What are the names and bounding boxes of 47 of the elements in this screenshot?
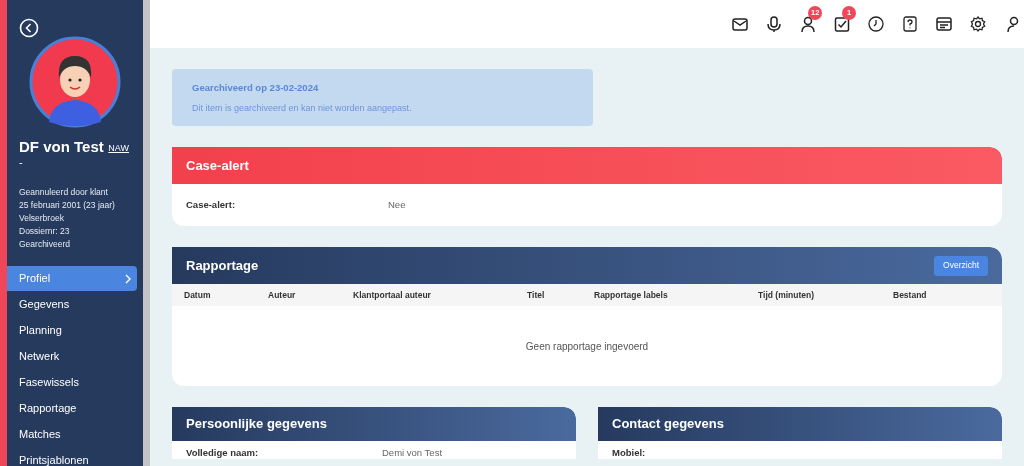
column-header: Tijd (minuten): [758, 288, 816, 302]
field-label: Volledige naam:: [186, 447, 260, 459]
empty-message: Geen rapportage ingevoerd: [525, 339, 649, 354]
scrollbar[interactable]: [143, 0, 150, 466]
card-title: Rapportage: [186, 256, 259, 275]
checkbox-icon[interactable]: [833, 15, 851, 33]
column-header: Datum: [184, 288, 212, 302]
mail-icon[interactable]: [731, 15, 749, 33]
client-detail: Gearchiveerd: [19, 238, 72, 250]
column-header: Titel: [527, 288, 546, 302]
client-detail: 25 februari 2001 (23 jaar): [19, 199, 116, 211]
overzicht-button[interactable]: Overzicht: [934, 255, 988, 276]
field-value: Nee: [388, 197, 406, 212]
client-name: DF von Test: [19, 138, 104, 156]
client-subtitle: -: [19, 156, 24, 168]
card-icon[interactable]: [935, 15, 953, 33]
client-detail: Geannuleerd door klant: [19, 186, 109, 198]
notice-text: Dit item is gearchiveerd en kan niet worden aangepast.: [192, 102, 413, 116]
column-header: Rapportage labels: [594, 288, 669, 302]
person-icon[interactable]: [799, 15, 817, 33]
column-header: Klantportaal auteur: [353, 288, 432, 302]
microphone-icon[interactable]: [765, 15, 783, 33]
sidebar-item[interactable]: Rapportage: [7, 396, 143, 421]
sidebar-item[interactable]: Matches: [7, 422, 143, 447]
chevron-right-icon: [125, 273, 131, 284]
sidebar-item[interactable]: Fasewissels: [7, 370, 143, 395]
field-value: Demi von Test: [382, 447, 442, 459]
notice-title: Gearchiveerd op 23-02-2024: [192, 81, 320, 95]
sidebar-item[interactable]: Printsjablonen: [7, 448, 143, 466]
settings-icon[interactable]: [969, 15, 987, 33]
sidebar-item[interactable]: Netwerk: [7, 344, 143, 369]
field-label: Mobiel:: [612, 447, 647, 459]
sidebar-item[interactable]: Profiel: [7, 266, 137, 291]
field-label: Case-alert:: [186, 197, 237, 212]
clock-icon[interactable]: [867, 15, 885, 33]
back-icon[interactable]: [19, 18, 39, 38]
card-title: Persoonlijke gegevens: [186, 415, 327, 434]
column-header: Bestand: [893, 288, 928, 302]
card-title: Contact gegevens: [612, 415, 724, 434]
sidebar-item[interactable]: Planning: [7, 318, 143, 343]
card-title: Case-alert: [186, 156, 249, 175]
sidebar-item[interactable]: Gegevens: [7, 292, 143, 317]
naw-link[interactable]: NAW: [108, 142, 129, 156]
client-detail: Velserbroek: [19, 212, 65, 224]
client-detail: Dossiernr: 23: [19, 225, 71, 237]
help-icon[interactable]: [901, 15, 919, 33]
column-header: Auteur: [268, 288, 297, 302]
